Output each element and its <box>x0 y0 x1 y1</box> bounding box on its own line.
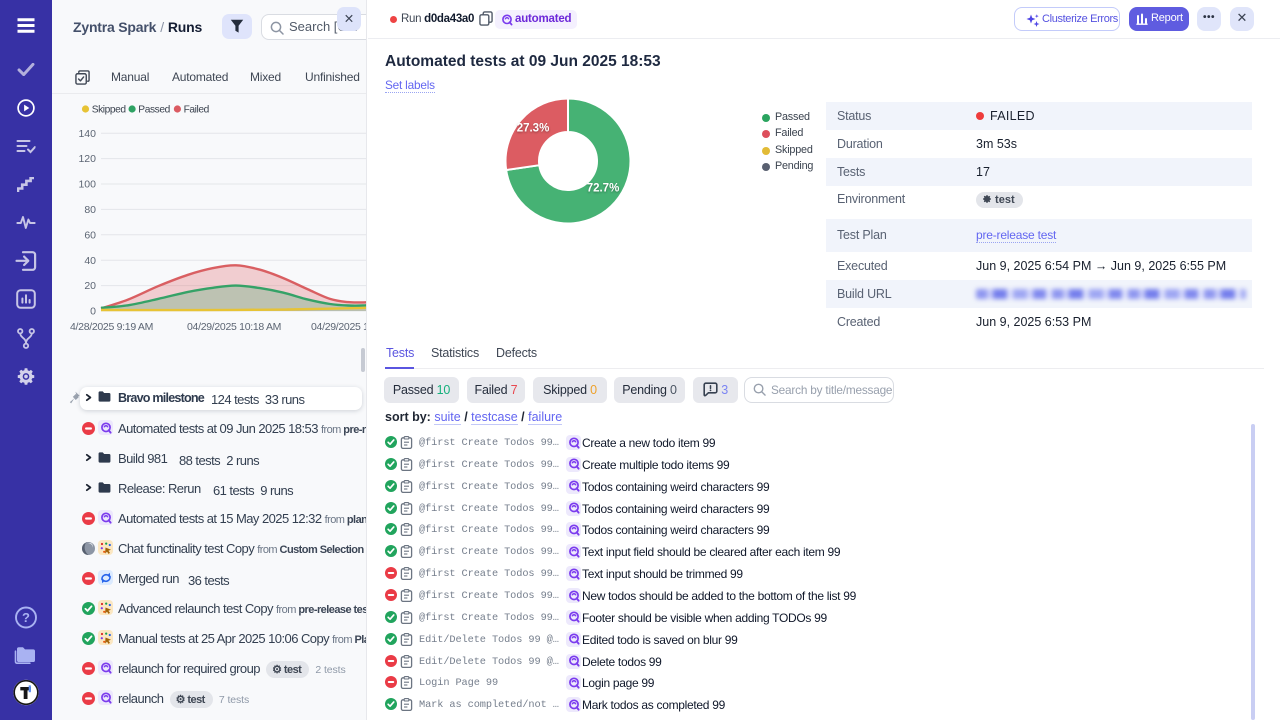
svg-text:?: ? <box>22 610 30 625</box>
svg-text:60: 60 <box>84 229 96 241</box>
svg-text:20: 20 <box>84 280 96 292</box>
svg-text:4/28/2025 9:19 AM: 4/28/2025 9:19 AM <box>70 321 153 333</box>
svg-text:72.7%: 72.7% <box>587 182 620 194</box>
svg-text:80: 80 <box>84 204 96 216</box>
svg-text:04/29/2025 10: 04/29/2025 10 <box>311 321 367 333</box>
svg-text:Passed: Passed <box>138 105 170 116</box>
svg-text:0: 0 <box>90 306 96 318</box>
svg-text:27.3%: 27.3% <box>517 122 550 134</box>
svg-text:40: 40 <box>84 255 96 267</box>
svg-text:100: 100 <box>78 179 96 191</box>
svg-text:140: 140 <box>78 128 96 140</box>
svg-text:Failed: Failed <box>184 105 210 116</box>
svg-text:120: 120 <box>78 153 96 165</box>
svg-text:Skipped: Skipped <box>92 105 127 116</box>
svg-text:04/29/2025 10:18 AM: 04/29/2025 10:18 AM <box>187 321 281 333</box>
